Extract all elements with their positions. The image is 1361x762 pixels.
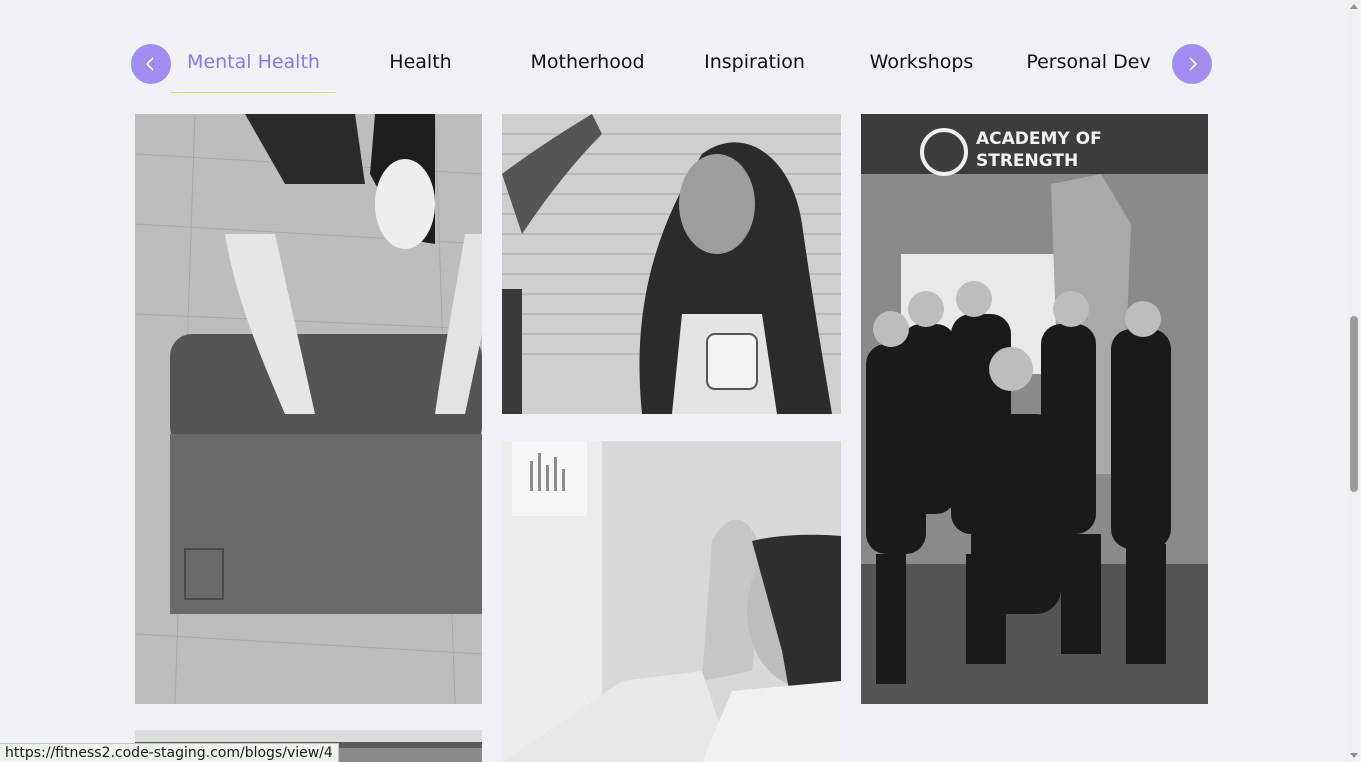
blog-card-image-gym-group[interactable]: ACADEMY OF STRENGTH (861, 114, 1208, 704)
scroll-up-icon[interactable] (1350, 4, 1358, 9)
prev-category-button[interactable] (131, 44, 171, 84)
gym-sign-text-line1: ACADEMY OF (976, 129, 1102, 149)
tab-inspiration[interactable]: Inspiration (672, 44, 837, 94)
tab-label: Mental Health (187, 51, 320, 73)
tab-motherhood[interactable]: Motherhood (505, 44, 670, 94)
blog-card-image-yoga-mat[interactable] (135, 114, 482, 704)
scroll-down-icon[interactable] (1350, 753, 1358, 758)
tab-personal-dev[interactable]: Personal Dev (1006, 44, 1171, 94)
gym-sign-text-line2: STRENGTH (976, 151, 1078, 171)
tab-health[interactable]: Health (338, 44, 503, 94)
tab-workshops[interactable]: Workshops (839, 44, 1004, 94)
category-tab-bar: Mental Health Health Motherhood Inspirat… (131, 44, 1212, 96)
blog-page: Mental Health Health Motherhood Inspirat… (0, 0, 1361, 762)
link-status-bar: https://fitness2.code-staging.com/blogs/… (0, 743, 339, 762)
tab-label: Workshops (869, 51, 974, 73)
tab-label: Personal Dev (1026, 51, 1151, 73)
tab-mental-health[interactable]: Mental Health (171, 44, 336, 94)
chevron-right-icon (1189, 57, 1198, 71)
tab-label: Health (389, 51, 452, 73)
tab-label: Inspiration (704, 51, 805, 73)
scrollbar-thumb[interactable] (1350, 316, 1358, 492)
page-scrollbar[interactable] (1347, 0, 1361, 762)
chevron-left-icon (145, 57, 154, 71)
blog-card-image-woman-mug[interactable] (502, 114, 841, 414)
next-category-button[interactable] (1172, 44, 1212, 84)
tab-label: Motherhood (530, 51, 645, 73)
blog-card-image-high-five[interactable] (502, 441, 841, 762)
